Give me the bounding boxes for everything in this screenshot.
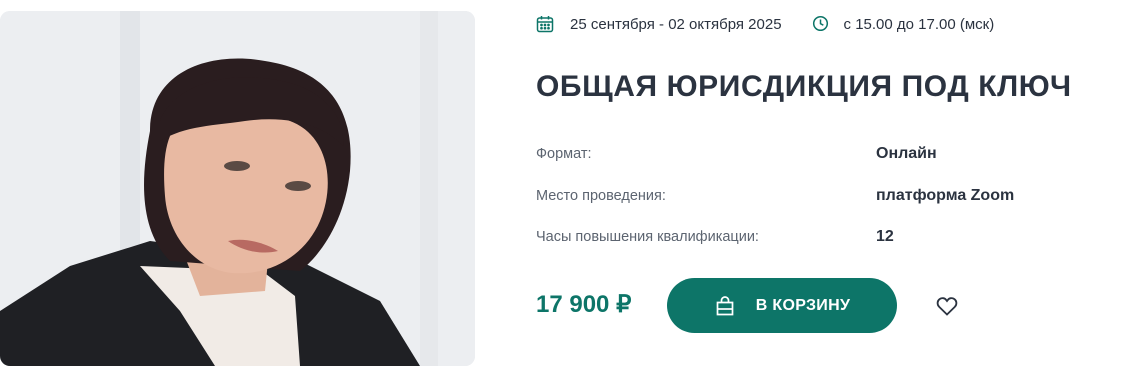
shopping-bag-icon	[714, 295, 736, 317]
favorite-button[interactable]	[934, 293, 960, 319]
event-time: с 15.00 до 17.00 (мск)	[843, 15, 995, 33]
detail-label: Место проведения:	[536, 188, 666, 204]
detail-value: Онлайн	[876, 145, 937, 162]
detail-row-format: Формат: Онлайн	[536, 142, 1096, 166]
calendar-icon	[536, 15, 554, 33]
detail-value: 12	[876, 228, 894, 245]
add-to-cart-button[interactable]: В КОРЗИНУ	[667, 278, 897, 333]
clock-icon	[812, 15, 830, 33]
speaker-photo	[0, 11, 475, 366]
heart-icon	[935, 294, 959, 318]
event-title: ОБЩАЯ ЮРИСДИКЦИЯ ПОД КЛЮЧ	[536, 70, 1072, 103]
detail-value: платформа Zoom	[876, 187, 1015, 204]
price: 17 900 ₽	[536, 291, 632, 318]
detail-label: Формат:	[536, 146, 592, 162]
detail-row-venue: Место проведения: платформа Zoom	[536, 184, 1096, 208]
detail-row-hours: Часы повышения квалификации: 12	[536, 225, 1096, 249]
detail-label: Часы повышения квалификации:	[536, 229, 759, 245]
event-meta: 25 сентября - 02 октября 2025 с 15.00 до…	[536, 13, 994, 35]
event-dates: 25 сентября - 02 октября 2025	[570, 15, 782, 33]
cart-label: В КОРЗИНУ	[755, 296, 851, 314]
